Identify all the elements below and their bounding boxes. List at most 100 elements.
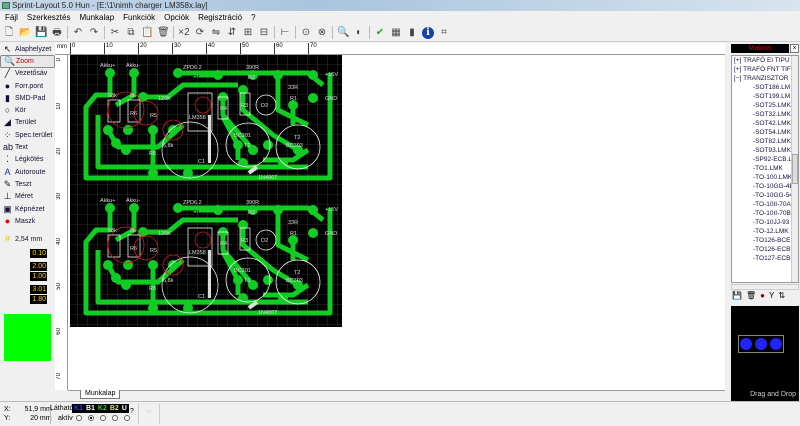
- open-icon[interactable]: 📂: [19, 27, 31, 39]
- ungroup-icon[interactable]: ⊟: [258, 27, 270, 39]
- close-button[interactable]: ×: [790, 44, 799, 53]
- layer-radio[interactable]: [100, 415, 106, 421]
- tool-circle[interactable]: ○ Kör: [0, 104, 55, 116]
- tree-item[interactable]: -SOT54.LMK: [732, 128, 798, 137]
- tool-measure[interactable]: ⊥ Méret: [0, 191, 55, 203]
- tool-test[interactable]: ✎ Teszt: [0, 178, 55, 190]
- smd-height-field[interactable]: 1.80: [0, 295, 55, 305]
- delete-icon[interactable]: 🗑: [157, 27, 170, 39]
- tree-item[interactable]: -SOT93.LMK: [732, 146, 798, 155]
- pad-inner-field[interactable]: 1.00: [0, 272, 55, 282]
- menu-item[interactable]: Szerkesztés: [27, 11, 71, 24]
- mirror-v-icon[interactable]: ⇵: [226, 27, 238, 39]
- menu-item[interactable]: ?: [251, 11, 255, 24]
- tree-folder[interactable]: [+] TRAFÓ EI TIPU: [732, 56, 798, 65]
- cut-icon[interactable]: ✂: [109, 27, 121, 39]
- tree-item[interactable]: -SOT186.LM: [732, 83, 798, 92]
- tool-pointer[interactable]: ↖ Alaphelyzet: [0, 43, 55, 55]
- components-icon[interactable]: ▦: [390, 27, 402, 39]
- paste-icon[interactable]: 📋: [141, 27, 153, 39]
- tree-item[interactable]: -TO1.LMK: [732, 164, 798, 173]
- tree-item[interactable]: -SOT82.LMK: [732, 137, 798, 146]
- tree-item[interactable]: -TO-100.LMK: [732, 173, 798, 182]
- layer-B2[interactable]: B2: [110, 404, 119, 413]
- tool-area[interactable]: ◢ Terület: [0, 117, 55, 129]
- drc-icon[interactable]: ✔: [374, 27, 386, 39]
- grid-setting[interactable]: #2,54 mm: [0, 233, 55, 245]
- tree-item[interactable]: -TO127-ECB: [732, 254, 798, 263]
- stop-icon[interactable]: ▮: [406, 27, 418, 39]
- delete-icon[interactable]: 🗑: [746, 291, 756, 300]
- info-icon[interactable]: ℹ: [422, 26, 434, 39]
- layer-K2[interactable]: K2: [98, 404, 107, 413]
- tree-item[interactable]: -TO-12.LMK: [732, 227, 798, 236]
- crop-icon[interactable]: ⌗: [438, 27, 450, 39]
- tab-munkalap[interactable]: Munkalap: [80, 390, 121, 399]
- save-icon[interactable]: 💾: [732, 291, 742, 300]
- pad-outer-field[interactable]: 2.00: [0, 262, 55, 272]
- track-width-field[interactable]: 0.10: [0, 249, 55, 259]
- mask-icon[interactable]: ⊙: [300, 27, 312, 39]
- pcb-board[interactable]: Akku+ Akku- ZPD6.2 D1 390R R2 +15V GND 3…: [68, 55, 725, 390]
- zoom-icon[interactable]: 🔍: [337, 27, 349, 39]
- save-icon[interactable]: 💾: [35, 27, 47, 39]
- contrast-icon[interactable]: ◐: [353, 27, 365, 39]
- help-button[interactable]: ?: [130, 408, 134, 415]
- tool-text[interactable]: ab Text: [0, 141, 55, 153]
- menu-item[interactable]: Fájl: [5, 11, 18, 24]
- menu-item[interactable]: Regisztráció: [198, 11, 242, 24]
- tree-folder[interactable]: [−] TRANZISZTOR: [732, 74, 798, 83]
- layout-canvas[interactable]: Akku+ Akku- ZPD6.2 D1 390R R2 +15V GND 3…: [68, 55, 725, 390]
- tree-item[interactable]: -SOT25.LMK: [732, 101, 798, 110]
- tool-track[interactable]: ╱ Vezetősáv: [0, 68, 55, 80]
- sort-icon[interactable]: ⇅: [778, 291, 785, 300]
- tool-special-area[interactable]: ⁘ Spec.terület: [0, 129, 55, 141]
- rotate-icon[interactable]: ⟳: [194, 27, 206, 39]
- menu-item[interactable]: Opciók: [164, 11, 189, 24]
- tree-item[interactable]: -TO-10II-70A: [732, 200, 798, 209]
- tool-photo-view[interactable]: ▣ Képnézet: [0, 203, 55, 215]
- layer-radio[interactable]: [124, 415, 130, 421]
- layer-U[interactable]: U: [122, 404, 127, 413]
- redo-icon[interactable]: ↷: [88, 27, 100, 39]
- layer-K1[interactable]: K1: [74, 404, 83, 413]
- align-icon[interactable]: ⊢: [279, 27, 291, 39]
- print-icon[interactable]: 🖶: [51, 27, 63, 39]
- expand-icon[interactable]: [+]: [734, 66, 743, 73]
- menu-item[interactable]: Munkalap: [79, 11, 114, 24]
- tool-airwire[interactable]: ⁚ Légkötés: [0, 154, 55, 166]
- lock-icon[interactable]: ⊗: [316, 27, 328, 39]
- tree-scrollbar[interactable]: [791, 56, 798, 282]
- tree-h-scrollbar[interactable]: [731, 284, 799, 290]
- mirror-h-icon[interactable]: ⇋: [210, 27, 222, 39]
- layer-radio[interactable]: [88, 415, 94, 421]
- expand-icon[interactable]: [+]: [734, 57, 743, 64]
- tree-item[interactable]: -TO-10JJ-93: [732, 218, 798, 227]
- collapse-icon[interactable]: [−]: [734, 75, 743, 82]
- undo-icon[interactable]: ↶: [72, 27, 84, 39]
- tool-autoroute[interactable]: A Autoroute: [0, 166, 55, 178]
- tree-item[interactable]: -TO126-ECB: [732, 245, 798, 254]
- tree-item[interactable]: -SP92-ECB.L: [732, 155, 798, 164]
- layer-radio[interactable]: [112, 415, 118, 421]
- tool-zoom[interactable]: 🔍 Zoom: [0, 55, 55, 68]
- tool-mask[interactable]: ● Maszk: [0, 215, 55, 227]
- duplicate-icon[interactable]: ×2: [178, 27, 190, 39]
- layer-radio[interactable]: [76, 415, 82, 421]
- macro-preview[interactable]: Drag and Drop: [731, 306, 799, 401]
- tree-item[interactable]: -TO126-BCE: [732, 236, 798, 245]
- layer-B1[interactable]: B1: [86, 404, 95, 413]
- tool-pad[interactable]: ● Forr.pont: [0, 80, 55, 92]
- group-icon[interactable]: ⊞: [242, 27, 254, 39]
- tool-smd-pad[interactable]: ▮ SMD-Pad: [0, 92, 55, 104]
- smd-width-field[interactable]: 3.01: [0, 285, 55, 295]
- tree-item[interactable]: -TO-10II-70B: [732, 209, 798, 218]
- tree-item[interactable]: -SOT42.LMK: [732, 119, 798, 128]
- tree-item[interactable]: -TO-10GG-4E: [732, 182, 798, 191]
- split-icon[interactable]: Y: [769, 291, 774, 300]
- menu-item[interactable]: Funkciók: [123, 11, 155, 24]
- copy-icon[interactable]: ⧉: [125, 27, 137, 39]
- tree-folder[interactable]: [+] TRAFÓ FNT TIF: [732, 65, 798, 74]
- color-swatch[interactable]: [4, 313, 51, 361]
- new-icon[interactable]: 🗋: [3, 27, 15, 39]
